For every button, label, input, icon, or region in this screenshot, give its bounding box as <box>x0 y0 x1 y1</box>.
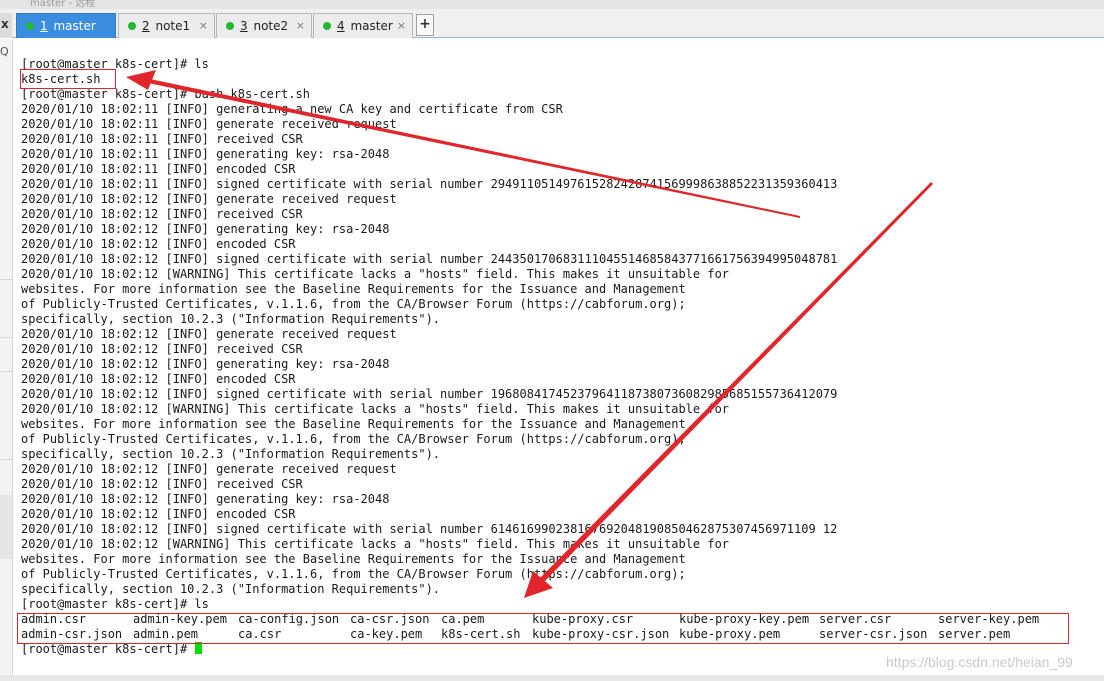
terminal-line: specifically, section 10.2.3 ("Informati… <box>21 312 441 326</box>
tab-session-3[interactable]: 3 note2 × <box>216 13 312 38</box>
terminal-line: 2020/01/10 18:02:11 [INFO] generate rece… <box>21 117 397 131</box>
terminal-line: 2020/01/10 18:02:12 [WARNING] This certi… <box>21 537 730 551</box>
terminal-line: 2020/01/10 18:02:12 [INFO] generating ke… <box>21 357 390 371</box>
tab-label: 3 note2 <box>240 19 289 33</box>
side-divider <box>0 371 12 372</box>
terminal-line: 2020/01/10 18:02:12 [INFO] generate rece… <box>21 327 397 341</box>
terminal-line: 2020/01/10 18:02:11 [INFO] signed certif… <box>21 177 838 191</box>
window-title: master - 远程 <box>30 0 96 9</box>
side-divider <box>0 337 12 338</box>
search-icon[interactable]: Q <box>0 45 9 58</box>
terminal-line: 2020/01/10 18:02:12 [INFO] generate rece… <box>21 462 397 476</box>
connected-status-icon <box>128 22 136 30</box>
terminal-line: 2020/01/10 18:02:12 [INFO] received CSR <box>21 477 303 491</box>
terminal-line: 2020/01/10 18:02:12 [INFO] generating ke… <box>21 492 390 506</box>
close-tab-icon[interactable]: × <box>199 19 208 32</box>
add-tab-button[interactable]: + <box>416 14 434 36</box>
tab-label: 2 note1 <box>142 19 191 33</box>
terminal-line: 2020/01/10 18:02:12 [WARNING] This certi… <box>21 402 730 416</box>
close-icon: x <box>1 17 9 31</box>
terminal-line: websites. For more information see the B… <box>21 417 686 431</box>
terminal-line: of Publicly-Trusted Certificates, v.1.1.… <box>21 567 686 581</box>
terminal-line: 2020/01/10 18:02:12 [INFO] signed certif… <box>21 522 838 536</box>
terminal-line: specifically, section 10.2.3 ("Informati… <box>21 447 441 461</box>
side-pane-scroll-region[interactable] <box>0 495 12 559</box>
connected-status-icon <box>26 22 34 30</box>
terminal-line: 2020/01/10 18:02:12 [INFO] encoded CSR <box>21 372 296 386</box>
status-bar <box>0 675 1104 681</box>
terminal-line: websites. For more information see the B… <box>21 282 686 296</box>
terminal-line: 2020/01/10 18:02:11 [INFO] encoded CSR <box>21 162 296 176</box>
terminal-line: 2020/01/10 18:02:12 [INFO] generating ke… <box>21 222 390 236</box>
close-tab-icon[interactable]: × <box>397 19 406 32</box>
terminal-lines: [root@master k8s-cert]# ls k8s-cert.sh [ro… <box>21 57 1039 657</box>
terminal-line: 2020/01/10 18:02:12 [INFO] encoded CSR <box>21 237 296 251</box>
terminal-line: 2020/01/10 18:02:12 [INFO] generate rece… <box>21 192 397 206</box>
terminal-prompt-line: [root@master k8s-cert]# <box>21 642 837 657</box>
terminal-line: of Publicly-Trusted Certificates, v.1.1.… <box>21 432 686 446</box>
terminal-line: [root@master k8s-cert]# ls <box>21 57 209 71</box>
terminal-line: 2020/01/10 18:02:11 [INFO] received CSR <box>21 132 303 146</box>
watermark-text: https://blog.csdn.net/heian_99 <box>886 654 1073 670</box>
terminal-line: k8s-cert.sh <box>21 72 101 86</box>
connected-status-icon <box>226 22 234 30</box>
connected-status-icon <box>323 22 331 30</box>
terminal-line: 2020/01/10 18:02:12 [WARNING] This certi… <box>21 267 730 281</box>
highlight-box-ls-output <box>17 613 1069 644</box>
terminal-line: 2020/01/10 18:02:12 [INFO] signed certif… <box>21 387 838 401</box>
terminal-line: [root@master k8s-cert]# ls <box>21 597 209 611</box>
tab-session-1[interactable]: 1 master <box>16 13 116 38</box>
tab-label: 1 master <box>40 19 96 33</box>
terminal-output[interactable]: [root@master k8s-cert]# ls k8s-cert.sh [ro… <box>14 39 1104 675</box>
side-divider <box>0 279 12 280</box>
terminal-line: 2020/01/10 18:02:11 [INFO] generating a … <box>21 102 563 116</box>
shell-prompt: [root@master k8s-cert]# <box>21 642 195 656</box>
terminal-line: [root@master k8s-cert]# bash k8s-cert.sh <box>21 87 310 101</box>
terminal-line: of Publicly-Trusted Certificates, v.1.1.… <box>21 297 686 311</box>
terminal-line: 2020/01/10 18:02:12 [INFO] received CSR <box>21 342 303 356</box>
terminal-line: specifically, section 10.2.3 ("Informati… <box>21 582 441 596</box>
terminal-line: 2020/01/10 18:02:12 [INFO] signed certif… <box>21 252 838 266</box>
terminal-line: 2020/01/10 18:02:12 [INFO] received CSR <box>21 207 303 221</box>
window-titlebar: master - 远程 <box>0 0 1104 9</box>
terminal-line: 2020/01/10 18:02:11 [INFO] generating ke… <box>21 147 390 161</box>
tab-session-2[interactable]: 2 note1 × <box>118 13 215 38</box>
side-divider <box>0 459 12 460</box>
terminal-line: 2020/01/10 18:02:12 [INFO] encoded CSR <box>21 507 296 521</box>
session-tab-strip: x 1 master 2 note1 × 3 note2 × 4 master … <box>0 9 1104 38</box>
tab-session-4[interactable]: 4 master × <box>313 13 413 38</box>
close-tab-icon[interactable]: × <box>296 19 305 32</box>
tab-label: 4 master <box>337 19 393 33</box>
highlight-box-script <box>20 69 116 89</box>
side-pane: Q <box>0 39 13 681</box>
side-pane-toggle[interactable]: x <box>0 13 12 38</box>
terminal-line: websites. For more information see the B… <box>21 552 686 566</box>
